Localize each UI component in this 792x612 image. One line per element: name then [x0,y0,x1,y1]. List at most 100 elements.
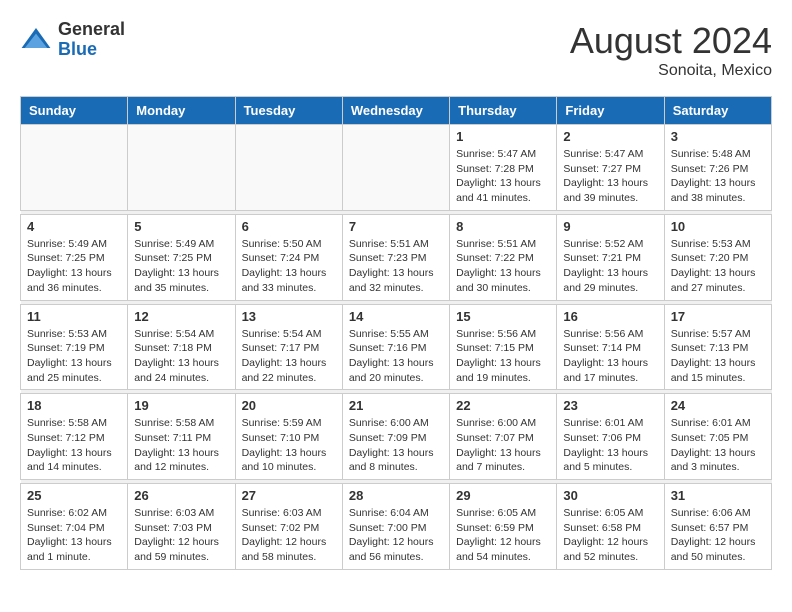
day-number: 23 [563,398,657,413]
calendar-day: 19Sunrise: 5:58 AMSunset: 7:11 PMDayligh… [128,394,235,480]
month-year: August 2024 [570,20,772,62]
day-info: Sunrise: 5:57 AMSunset: 7:13 PMDaylight:… [671,327,765,386]
calendar-day [21,125,128,211]
day-info: Sunrise: 5:54 AMSunset: 7:17 PMDaylight:… [242,327,336,386]
calendar-day: 31 Sunrise: 6:06 AMSunset: 6:57 PMDayligh… [664,484,771,570]
calendar-day: 24 Sunrise: 6:01 AMSunset: 7:05 PMDayligh… [664,394,771,480]
day-number: 10 [671,219,765,234]
day-info: Sunrise: 6:01 AMSunset: 7:06 PMDaylight:… [563,416,657,475]
calendar-header-sunday: Sunday [21,97,128,125]
calendar-header-wednesday: Wednesday [342,97,449,125]
calendar-week-4: 18 Sunrise: 5:58 AMSunset: 7:12 PMDayligh… [21,394,772,480]
day-number: 1 [456,129,550,144]
day-info: Sunrise: 6:00 AMSunset: 7:07 PMDaylight:… [456,416,550,475]
calendar-header-row: SundayMondayTuesdayWednesdayThursdayFrid… [21,97,772,125]
day-number: 3 [671,129,765,144]
calendar-day: 2 Sunrise: 5:47 AMSunset: 7:27 PMDaylight… [557,125,664,211]
day-info: Sunrise: 6:02 AMSunset: 7:04 PMDaylight:… [27,506,121,565]
calendar-day: 13 Sunrise: 5:54 AMSunset: 7:17 PMDayligh… [235,304,342,390]
day-info: Sunrise: 5:47 AMSunset: 7:27 PMDaylight:… [563,147,657,206]
calendar-week-1: 1 Sunrise: 5:47 AMSunset: 7:28 PMDaylight… [21,125,772,211]
day-info: Sunrise: 6:04 AMSunset: 7:00 PMDaylight:… [349,506,443,565]
day-info: Sunrise: 6:03 AMSunset: 7:02 PMDaylight:… [242,506,336,565]
day-number: 25 [27,488,121,503]
calendar-day [235,125,342,211]
calendar-day: 25 Sunrise: 6:02 AMSunset: 7:04 PMDayligh… [21,484,128,570]
calendar-week-3: 11Sunrise: 5:53 AMSunset: 7:19 PMDayligh… [21,304,772,390]
calendar-header-tuesday: Tuesday [235,97,342,125]
day-info: Sunrise: 5:51 AMSunset: 7:23 PMDaylight:… [349,237,443,296]
day-number: 13 [242,309,336,324]
day-number: 15 [456,309,550,324]
day-number: 6 [242,219,336,234]
day-number: 27 [242,488,336,503]
day-info: Sunrise: 6:00 AMSunset: 7:09 PMDaylight:… [349,416,443,475]
day-info: Sunrise: 5:59 AMSunset: 7:10 PMDaylight:… [242,416,336,475]
calendar-day [128,125,235,211]
title-section: August 2024 Sonoita, Mexico [570,20,772,80]
day-info: Sunrise: 5:49 AMSunset: 7:25 PMDaylight:… [134,237,228,296]
day-info: Sunrise: 5:53 AMSunset: 7:19 PMDaylight:… [27,327,121,386]
calendar-day: 17Sunrise: 5:57 AMSunset: 7:13 PMDayligh… [664,304,771,390]
day-number: 20 [242,398,336,413]
day-info: Sunrise: 5:49 AMSunset: 7:25 PMDaylight:… [27,237,121,296]
day-info: Sunrise: 5:50 AMSunset: 7:24 PMDaylight:… [242,237,336,296]
day-info: Sunrise: 5:53 AMSunset: 7:20 PMDaylight:… [671,237,765,296]
calendar-day: 5 Sunrise: 5:49 AMSunset: 7:25 PMDaylight… [128,214,235,300]
calendar-day: 1 Sunrise: 5:47 AMSunset: 7:28 PMDaylight… [450,125,557,211]
day-info: Sunrise: 6:05 AMSunset: 6:59 PMDaylight:… [456,506,550,565]
logo-text: General Blue [58,20,125,60]
day-info: Sunrise: 5:58 AMSunset: 7:12 PMDaylight:… [27,416,121,475]
day-info: Sunrise: 5:54 AMSunset: 7:18 PMDaylight:… [134,327,228,386]
day-info: Sunrise: 5:48 AMSunset: 7:26 PMDaylight:… [671,147,765,206]
calendar-day: 10 Sunrise: 5:53 AMSunset: 7:20 PMDayligh… [664,214,771,300]
calendar-day: 14Sunrise: 5:55 AMSunset: 7:16 PMDayligh… [342,304,449,390]
day-info: Sunrise: 6:05 AMSunset: 6:58 PMDaylight:… [563,506,657,565]
calendar-day: 26Sunrise: 6:03 AMSunset: 7:03 PMDayligh… [128,484,235,570]
day-number: 31 [671,488,765,503]
day-info: Sunrise: 5:56 AMSunset: 7:15 PMDaylight:… [456,327,550,386]
logo-blue: Blue [58,39,97,59]
day-info: Sunrise: 5:56 AMSunset: 7:14 PMDaylight:… [563,327,657,386]
day-number: 16 [563,309,657,324]
calendar-header-thursday: Thursday [450,97,557,125]
calendar-day: 28 Sunrise: 6:04 AMSunset: 7:00 PMDayligh… [342,484,449,570]
day-number: 24 [671,398,765,413]
day-number: 30 [563,488,657,503]
day-number: 8 [456,219,550,234]
calendar-day: 15 Sunrise: 5:56 AMSunset: 7:15 PMDayligh… [450,304,557,390]
calendar-day: 4Sunrise: 5:49 AMSunset: 7:25 PMDaylight… [21,214,128,300]
day-number: 5 [134,219,228,234]
location: Sonoita, Mexico [570,62,772,80]
page-header: General Blue August 2024 Sonoita, Mexico [20,20,772,80]
calendar-day: 12 Sunrise: 5:54 AMSunset: 7:18 PMDayligh… [128,304,235,390]
day-info: Sunrise: 5:58 AMSunset: 7:11 PMDaylight:… [134,416,228,475]
day-number: 7 [349,219,443,234]
calendar-day: 11Sunrise: 5:53 AMSunset: 7:19 PMDayligh… [21,304,128,390]
day-number: 14 [349,309,443,324]
day-info: Sunrise: 5:52 AMSunset: 7:21 PMDaylight:… [563,237,657,296]
calendar-day: 27 Sunrise: 6:03 AMSunset: 7:02 PMDayligh… [235,484,342,570]
calendar-header-friday: Friday [557,97,664,125]
logo-icon [20,24,52,56]
calendar-day: 6 Sunrise: 5:50 AMSunset: 7:24 PMDaylight… [235,214,342,300]
day-number: 21 [349,398,443,413]
day-number: 12 [134,309,228,324]
day-number: 2 [563,129,657,144]
calendar-day: 21 Sunrise: 6:00 AMSunset: 7:09 PMDayligh… [342,394,449,480]
calendar-week-2: 4Sunrise: 5:49 AMSunset: 7:25 PMDaylight… [21,214,772,300]
calendar-day: 22Sunrise: 6:00 AMSunset: 7:07 PMDayligh… [450,394,557,480]
day-number: 18 [27,398,121,413]
day-info: Sunrise: 5:47 AMSunset: 7:28 PMDaylight:… [456,147,550,206]
calendar-day: 16 Sunrise: 5:56 AMSunset: 7:14 PMDayligh… [557,304,664,390]
calendar: SundayMondayTuesdayWednesdayThursdayFrid… [20,96,772,570]
day-info: Sunrise: 6:01 AMSunset: 7:05 PMDaylight:… [671,416,765,475]
calendar-day: 9 Sunrise: 5:52 AMSunset: 7:21 PMDaylight… [557,214,664,300]
calendar-day: 18 Sunrise: 5:58 AMSunset: 7:12 PMDayligh… [21,394,128,480]
day-info: Sunrise: 5:51 AMSunset: 7:22 PMDaylight:… [456,237,550,296]
day-number: 9 [563,219,657,234]
calendar-header-saturday: Saturday [664,97,771,125]
day-info: Sunrise: 6:06 AMSunset: 6:57 PMDaylight:… [671,506,765,565]
day-number: 28 [349,488,443,503]
calendar-week-5: 25 Sunrise: 6:02 AMSunset: 7:04 PMDayligh… [21,484,772,570]
